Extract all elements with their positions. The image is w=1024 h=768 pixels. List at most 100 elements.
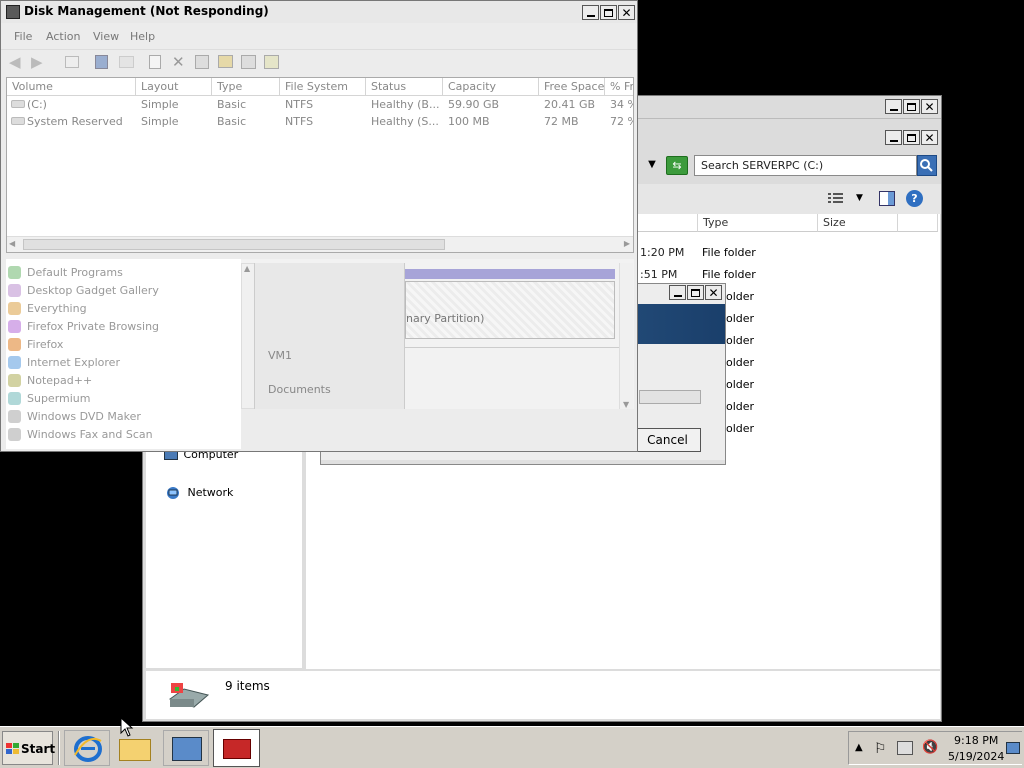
ghost-menu-item: Internet Explorer — [8, 355, 238, 371]
volume-cell-layout: Simple — [141, 115, 179, 128]
ghost-menu-item-label: Internet Explorer — [27, 356, 120, 369]
list-view-icon[interactable] — [119, 56, 134, 68]
ghost-menu-item-label: Firefox — [27, 338, 64, 351]
windows-logo-icon — [6, 743, 20, 755]
column-header[interactable]: Type — [212, 78, 280, 96]
nav-item-network[interactable]: Network — [166, 486, 233, 502]
file-date: 1:20 PM — [640, 246, 685, 259]
column-header[interactable]: Status — [366, 78, 443, 96]
column-header[interactable]: Free Space — [539, 78, 605, 96]
ghost-menu-item-label: Windows Fax and Scan — [27, 428, 153, 441]
toolbox-icon — [223, 739, 251, 759]
inner-close-button[interactable]: ✕ — [921, 130, 938, 145]
cancel-button[interactable]: Cancel — [634, 428, 701, 452]
disk-management-title-bar[interactable]: Disk Management (Not Responding) ✕ — [1, 1, 637, 23]
delete-icon[interactable]: ✕ — [172, 53, 185, 71]
volume-cell-capacity: 59.90 GB — [448, 98, 500, 111]
partition-box[interactable]: nary Partition) — [405, 281, 615, 339]
column-header[interactable]: Volume — [7, 78, 136, 96]
dialog-close-button[interactable]: ✕ — [705, 285, 722, 300]
views-dropdown-icon[interactable]: ▼ — [856, 193, 863, 203]
ghost-menu-scrollbar[interactable]: ▲ — [241, 263, 255, 409]
disk-management-window: Disk Management (Not Responding) ✕ File … — [0, 0, 638, 452]
close-button[interactable]: ✕ — [921, 99, 938, 114]
volume-horizontal-scrollbar[interactable]: ◀ ▶ — [7, 236, 633, 252]
up-folder-icon[interactable] — [65, 56, 79, 68]
taskbar: Start ▲ ⚐ 🔇 9:18 PM 5/19/2024 — [0, 726, 1024, 768]
open-icon[interactable] — [218, 55, 233, 68]
maximize-button[interactable] — [903, 99, 920, 114]
graphical-scroll-down-icon[interactable]: ▼ — [623, 400, 629, 409]
ghost-menu-item: Firefox Private Browsing — [8, 319, 238, 335]
volume-cell-free: 72 MB — [544, 115, 579, 128]
volume-cell-volume: System Reserved — [27, 115, 123, 128]
search-icon[interactable] — [917, 155, 937, 176]
address-dropdown-arrow[interactable]: ▼ — [643, 156, 661, 174]
ghost-menu-item-icon — [8, 284, 21, 297]
column-header[interactable]: % Fr — [605, 78, 633, 96]
mouse-cursor-icon — [120, 716, 134, 737]
properties-icon[interactable] — [195, 55, 209, 69]
scroll-left-arrow-icon[interactable]: ◀ — [9, 239, 15, 248]
volume-cell-status: Healthy (B... — [371, 98, 440, 111]
menu-help[interactable]: Help — [130, 30, 155, 43]
table-row[interactable]: 1:20 PM File folder — [640, 243, 937, 263]
action-center-flag-icon[interactable]: ⚐ — [874, 741, 887, 757]
menu-file[interactable]: File — [14, 30, 32, 43]
column-type[interactable]: Type — [698, 214, 818, 232]
menu-view[interactable]: View — [93, 30, 119, 43]
refresh-icon[interactable] — [149, 55, 161, 69]
ghost-scroll-up-icon[interactable]: ▲ — [244, 264, 250, 273]
graphical-vertical-scrollbar[interactable]: ▼ — [619, 263, 633, 409]
help-icon[interactable]: ? — [906, 190, 923, 207]
dialog-maximize-button[interactable] — [687, 285, 704, 300]
file-type: File folder — [702, 246, 756, 259]
start-button[interactable]: Start — [2, 731, 55, 765]
show-hidden-icons-icon[interactable]: ▲ — [855, 742, 863, 753]
inner-maximize-button[interactable] — [903, 130, 920, 145]
column-header[interactable]: Layout — [136, 78, 212, 96]
explore-icon[interactable] — [241, 55, 256, 69]
ghost-menu-item: Supermium — [8, 391, 238, 407]
back-arrow-icon[interactable]: ◀ — [9, 53, 21, 71]
details-pane: 9 items — [146, 671, 940, 719]
ghost-menu-item: Default Programs — [8, 265, 238, 281]
taskbar-internet-explorer[interactable] — [64, 730, 110, 766]
taskbar-disk-management[interactable] — [213, 729, 260, 767]
wizard-icon[interactable] — [264, 55, 279, 69]
preview-pane-icon[interactable] — [879, 191, 895, 206]
scroll-thumb[interactable] — [23, 239, 445, 250]
taskbar-server-manager[interactable] — [163, 730, 209, 766]
column-header[interactable]: File System — [280, 78, 366, 96]
dm-minimize-button[interactable] — [582, 5, 599, 20]
ghost-menu-item-label: Windows DVD Maker — [27, 410, 141, 423]
table-row[interactable]: :51 PM File folder — [640, 265, 937, 285]
ghost-menu-item: Windows DVD Maker — [8, 409, 238, 425]
minimize-button[interactable] — [885, 99, 902, 114]
folder-icon — [119, 739, 151, 761]
column-header[interactable]: Capacity — [443, 78, 539, 96]
volume-row[interactable]: System Reserved Simple Basic NTFS Healthy (S… — [7, 113, 633, 130]
scroll-right-arrow-icon[interactable]: ▶ — [624, 239, 630, 248]
refresh-button[interactable]: ⇆ — [666, 156, 688, 175]
inner-minimize-button[interactable] — [885, 130, 902, 145]
clock-date[interactable]: 5/19/2024 — [948, 750, 1004, 763]
column-size[interactable]: Size — [818, 214, 898, 232]
forward-arrow-icon[interactable]: ▶ — [31, 53, 43, 71]
help-book-icon[interactable] — [95, 55, 108, 69]
ghost-menu-item-label: Firefox Private Browsing — [27, 320, 160, 333]
menu-action[interactable]: Action — [46, 30, 80, 43]
dialog-minimize-button[interactable] — [669, 285, 686, 300]
dm-maximize-button[interactable] — [600, 5, 617, 20]
volume-muted-icon[interactable]: 🔇 — [922, 740, 938, 755]
search-box[interactable]: Search SERVERPC (C:) — [694, 155, 917, 176]
show-desktop-icon[interactable] — [1006, 742, 1020, 754]
partition-label: nary Partition) — [406, 312, 485, 325]
dm-close-button[interactable]: ✕ — [618, 5, 635, 20]
network-tray-icon[interactable] — [897, 741, 913, 755]
ghost-menu-item-icon — [8, 392, 21, 405]
clock-time[interactable]: 9:18 PM — [954, 734, 998, 747]
search-input[interactable]: Search SERVERPC (C:) — [701, 159, 823, 172]
volume-row[interactable]: (C:) Simple Basic NTFS Healthy (B... 59.90 GB… — [7, 96, 633, 113]
views-icon[interactable] — [828, 192, 844, 205]
